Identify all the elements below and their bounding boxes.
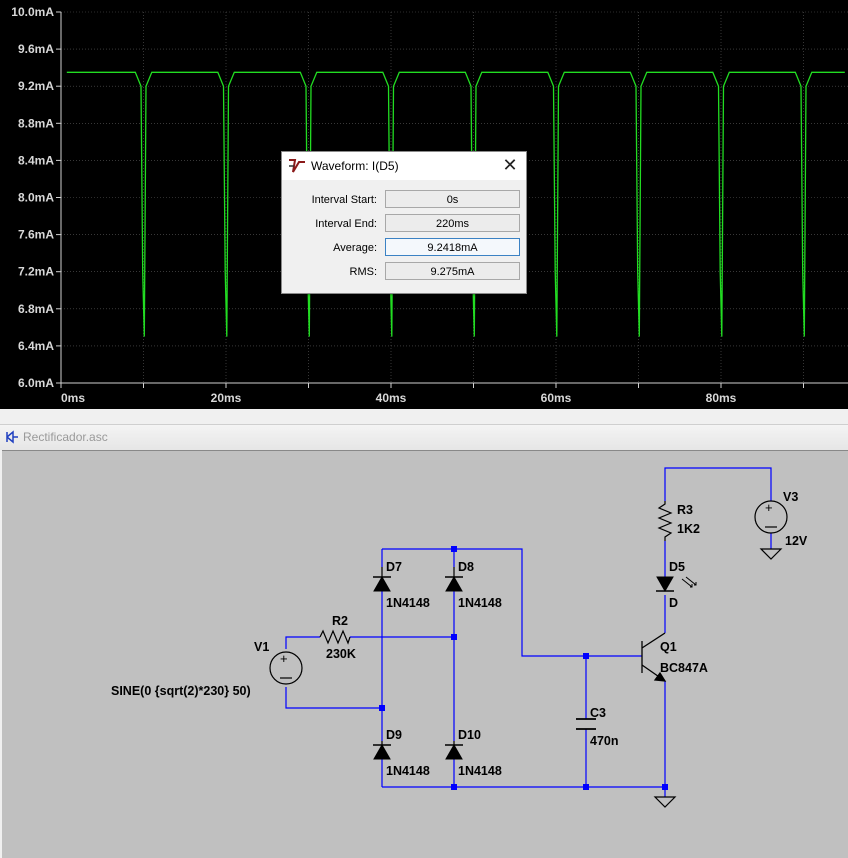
x-tick-label: 80ms [706,391,737,405]
schematic-window-titlebar[interactable]: Rectificador.asc [0,424,848,450]
y-tick-label: 8.4mA [18,153,54,167]
d9-name: D9 [386,728,402,742]
y-tick-label: 7.6mA [18,228,54,242]
y-tick-label: 8.0mA [18,191,54,205]
v3-voltage-source[interactable]: + [754,500,788,534]
q1-value: BC847A [660,661,708,675]
d5-name: D5 [669,560,685,574]
d9-value: 1N4148 [386,764,430,778]
y-tick-label: 7.2mA [18,265,54,279]
waveform-measure-dialog[interactable]: Waveform: I(D5) ✕ Interval Start: 0s Int… [281,151,527,294]
d5-value: D [669,596,678,610]
waveform-plot-pane[interactable]: 10.0mA 9.6mA 9.2mA 8.8mA 8.4mA 8.0mA 7.6mA 7.2m… [0,0,848,409]
c3-capacitor[interactable] [576,718,596,730]
wire-junctions [379,546,668,790]
average-field[interactable]: 9.2418mA [385,238,520,256]
rms-label: RMS: [349,266,378,278]
y-tick-label: 6.0mA [18,376,54,390]
r2-name: R2 [332,614,348,628]
r2-resistor[interactable] [319,629,351,645]
dialog-titlebar[interactable]: Waveform: I(D5) ✕ [282,152,526,180]
x-tick-label: 20ms [211,391,242,405]
v3-name: V3 [783,490,798,504]
junction-dot [451,546,457,552]
svg-text:+: + [280,651,288,666]
y-tick-label: 8.8mA [18,116,54,130]
junction-dot [583,784,589,790]
x-tick-label: 40ms [376,391,407,405]
ground-symbol-v3 [759,548,783,560]
y-tick-label: 9.2mA [18,79,54,93]
schematic-drawing[interactable]: + V1 SINE(0 {sqrt(2)*230} 50) R2 230K D7… [2,451,848,858]
d10-value: 1N4148 [458,764,502,778]
schematic-wires [285,467,772,797]
x-tick-label: 60ms [541,391,572,405]
y-tick-label: 6.8mA [18,302,54,316]
d9-diode[interactable] [373,741,391,760]
junction-dot [379,705,385,711]
junction-dot [451,784,457,790]
v1-name: V1 [254,640,269,654]
r3-resistor[interactable] [657,501,673,541]
junction-dot [451,634,457,640]
y-tick-labels: 10.0mA 9.6mA 9.2mA 8.8mA 8.4mA 8.0mA 7.6mA 7.2m… [11,5,61,390]
junction-dot [662,784,668,790]
d10-name: D10 [458,728,481,742]
x-tick-labels: 0ms 20ms 40ms 60ms 80ms [60,383,804,405]
r2-value: 230K [326,647,356,661]
v1-value: SINE(0 {sqrt(2)*230} 50) [111,684,251,698]
q1-name: Q1 [660,640,677,654]
r3-name: R3 [677,503,693,517]
svg-text:+: + [765,500,773,515]
c3-value: 470n [590,734,619,748]
v1-voltage-source[interactable]: + [269,651,303,685]
x-tick-label: 0ms [61,391,85,405]
interval-start-field[interactable]: 0s [385,190,520,208]
close-icon[interactable]: ✕ [498,154,522,178]
v3-value: 12V [785,534,808,548]
y-tick-label: 6.4mA [18,339,54,353]
ltspice-app-icon [289,159,305,173]
schematic-window-title: Rectificador.asc [23,430,108,444]
d7-value: 1N4148 [386,596,430,610]
ground-symbol-emitter [653,796,677,808]
schematic-canvas[interactable]: + V1 SINE(0 {sqrt(2)*230} 50) R2 230K D7… [2,450,848,858]
interval-end-label: Interval End: [315,218,377,230]
average-label: Average: [333,242,377,254]
y-tick-label: 9.6mA [18,42,54,56]
dialog-title: Waveform: I(D5) [311,159,399,173]
d8-value: 1N4148 [458,596,502,610]
d5-led[interactable] [656,576,697,593]
junction-dot [583,653,589,659]
r3-value: 1K2 [677,522,700,536]
y-tick-label: 10.0mA [11,5,54,19]
d7-name: D7 [386,560,402,574]
d10-diode[interactable] [445,741,463,760]
schematic-icon [6,430,18,444]
interval-end-field[interactable]: 220ms [385,214,520,232]
d8-name: D8 [458,560,474,574]
interval-start-label: Interval Start: [311,194,377,206]
rms-field[interactable]: 9.275mA [385,262,520,280]
c3-name: C3 [590,706,606,720]
